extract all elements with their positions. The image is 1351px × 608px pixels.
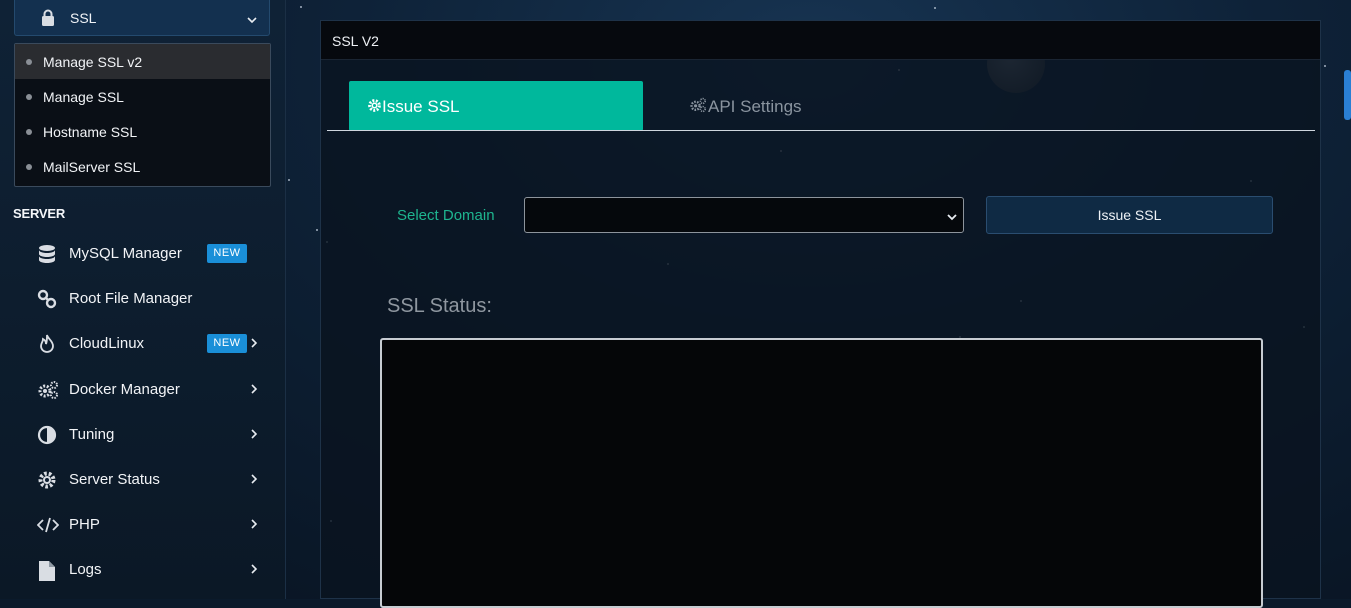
database-icon [37, 244, 57, 264]
submenu-label: Hostname SSL [43, 123, 138, 140]
gears-icon [37, 380, 58, 400]
nav-label: MySQL Manager [69, 245, 182, 262]
chevron-down-icon [247, 12, 257, 30]
nav-label: Tuning [69, 426, 115, 443]
scrollbar-thumb[interactable] [1344, 70, 1351, 120]
new-badge: NEW [207, 244, 247, 263]
sidebar-item-root-file-manager[interactable]: Root File Manager [0, 279, 285, 319]
link-icon [37, 289, 57, 309]
ssl-status-label: SSL Status: [387, 295, 492, 317]
nav-label: CloudLinux [69, 335, 145, 352]
chevron-right-icon [250, 472, 258, 490]
sidebar: SSL Manage SSL v2 Manage SSL Hostname SS… [0, 0, 286, 599]
sidebar-item-docker-manager[interactable]: Docker Manager [0, 370, 285, 410]
tab-api-settings[interactable]: API Settings [688, 97, 802, 117]
tab-issue-ssl-content: Issue SSL [367, 97, 460, 117]
nav-label: PHP [69, 516, 100, 533]
submenu-label: Manage SSL [43, 88, 124, 105]
chevron-right-icon [250, 562, 258, 580]
domain-select[interactable] [524, 197, 964, 233]
issue-ssl-button[interactable]: Issue SSL [986, 196, 1273, 234]
panel-header: SSL V2 [321, 21, 1320, 60]
bullet-icon [26, 164, 32, 170]
chevron-right-icon [250, 427, 258, 445]
sidebar-item-ssl[interactable]: SSL [14, 0, 270, 36]
bullet-icon [26, 59, 32, 65]
chevron-right-icon [250, 382, 258, 400]
submenu-label: Manage SSL v2 [43, 53, 143, 70]
submenu-item-hostname-ssl[interactable]: Hostname SSL [15, 114, 270, 149]
star-decoration [300, 6, 302, 8]
gear-icon [368, 99, 381, 112]
tab-divider [327, 130, 1315, 131]
gear-icon [37, 470, 57, 490]
sidebar-item-logs[interactable]: Logs [0, 550, 285, 590]
sidebar-item-label: SSL [70, 9, 97, 26]
chevron-down-icon [947, 209, 957, 227]
nav-label: Server Status [69, 471, 160, 488]
ssl-submenu: Manage SSL v2 Manage SSL Hostname SSL Ma… [14, 43, 271, 187]
code-icon [36, 515, 60, 535]
star-decoration [316, 229, 318, 231]
chevron-right-icon [250, 517, 258, 535]
sidebar-item-cloudlinux[interactable]: CloudLinux NEW [0, 324, 285, 364]
gears-icon [690, 97, 707, 113]
section-title-server: SERVER [13, 206, 66, 221]
sidebar-item-php[interactable]: PHP [0, 505, 285, 545]
nav-label: Logs [69, 561, 102, 578]
new-badge: NEW [207, 334, 247, 353]
tab-label: API Settings [708, 97, 802, 116]
submenu-item-manage-ssl[interactable]: Manage SSL [15, 79, 270, 114]
sidebar-item-server-status[interactable]: Server Status [0, 460, 285, 500]
star-decoration [1324, 65, 1326, 67]
chevron-right-icon [250, 336, 258, 354]
lock-icon [41, 9, 55, 31]
star-decoration [288, 179, 290, 181]
star-decoration [934, 7, 936, 9]
file-icon [37, 560, 57, 581]
flame-icon [37, 334, 57, 354]
tab-label: Issue SSL [382, 97, 460, 116]
submenu-item-mailserver-ssl[interactable]: MailServer SSL [15, 149, 270, 184]
bullet-icon [26, 129, 32, 135]
bullet-icon [26, 94, 32, 100]
tab-issue-ssl[interactable]: Issue SSL [349, 81, 643, 131]
sidebar-item-mysql-manager[interactable]: MySQL Manager NEW [0, 234, 285, 274]
select-domain-label: Select Domain [397, 207, 495, 224]
sidebar-item-tuning[interactable]: Tuning [0, 415, 285, 455]
nav-label: Root File Manager [69, 290, 193, 307]
half-circle-icon [37, 425, 57, 445]
nav-label: Docker Manager [69, 381, 180, 398]
submenu-label: MailServer SSL [43, 158, 141, 175]
ssl-v2-panel: SSL V2 Issue SSL API Settings Select Dom… [320, 20, 1321, 608]
ssl-status-output [380, 338, 1263, 608]
submenu-item-manage-ssl-v2[interactable]: Manage SSL v2 [15, 44, 270, 79]
panel-title: SSL V2 [332, 33, 379, 49]
